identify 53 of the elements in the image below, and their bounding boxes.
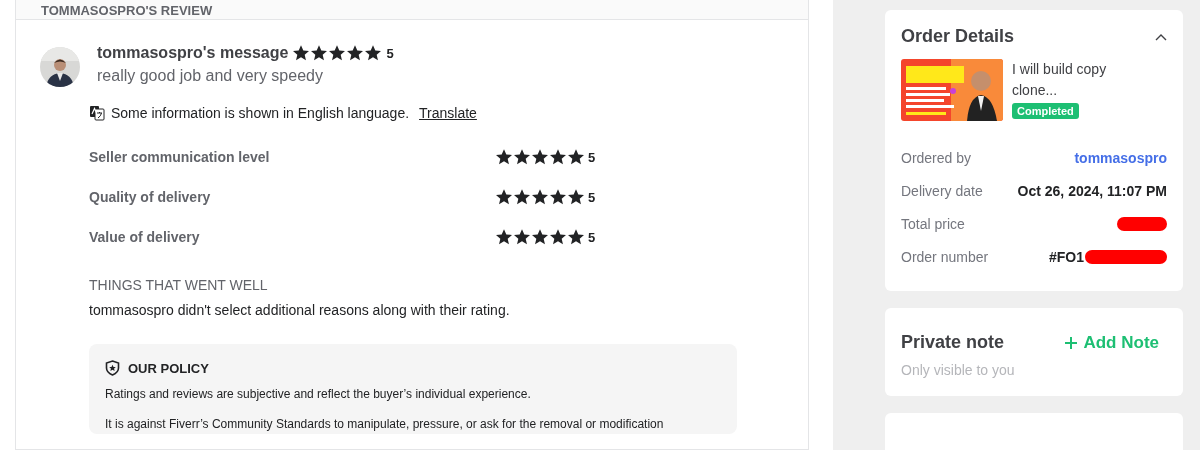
detail-label: Delivery date — [901, 182, 983, 199]
chevron-up-icon[interactable] — [1155, 32, 1167, 41]
card-title: Private note — [901, 332, 1005, 354]
plus-icon — [1065, 336, 1078, 349]
star-icon — [568, 229, 584, 245]
star-icon — [568, 149, 584, 165]
rating-value: 5 — [588, 149, 596, 165]
message-title: tommasospro's message — [97, 44, 289, 62]
note-hint: Only visible to you — [901, 362, 1016, 379]
rating-value: 5 — [386, 45, 394, 61]
policy-heading: OUR POLICY — [128, 360, 209, 376]
star-icon — [550, 149, 566, 165]
star-icon — [550, 189, 566, 205]
section-heading: THINGS THAT WENT WELL — [89, 277, 269, 293]
rating-value: 5 — [588, 189, 596, 205]
translate-notice: Some information is shown in English language. — [111, 105, 410, 121]
reasons-text: tommasospro didn't select additional reasons along with their rating. — [89, 302, 511, 318]
star-icon — [514, 149, 530, 165]
star-icon — [568, 189, 584, 205]
policy-text: It is against Fiverr’s Community Standards to manipulate, pressure, or ask for the removal or modification — [105, 417, 665, 431]
rating-label: Seller communication level — [89, 149, 271, 165]
star-icon — [329, 45, 346, 61]
gig-title[interactable]: I will build copy clone... — [1012, 59, 1132, 101]
star-icon — [496, 149, 512, 165]
star-icon — [532, 189, 548, 205]
rating-label: Quality of delivery — [89, 189, 212, 205]
translate-icon — [89, 105, 105, 121]
star-icon — [365, 45, 382, 61]
star-icon — [496, 189, 512, 205]
star-icon — [496, 229, 512, 245]
section-heading: TOMMASOSPRO'S REVIEW — [41, 4, 213, 17]
star-icon — [293, 45, 310, 61]
buyer-link[interactable]: tommasospro — [1074, 149, 1167, 166]
detail-value: #FO1 — [1049, 248, 1084, 265]
star-icon — [514, 189, 530, 205]
star-icon — [532, 149, 548, 165]
review-text: really good job and very speedy — [97, 67, 324, 85]
card-title: Order Details — [901, 26, 1015, 47]
star-icon — [550, 229, 566, 245]
status-badge: Completed — [1012, 103, 1079, 119]
star-icon — [514, 229, 530, 245]
shield-icon — [105, 360, 120, 376]
translate-link[interactable]: Translate — [419, 105, 477, 121]
policy-text: Ratings and reviews are subjective and reflect the buyer’s individual experience. — [105, 387, 532, 401]
detail-value: Oct 26, 2024, 11:07 PM — [1017, 182, 1167, 199]
star-icon — [347, 45, 364, 61]
detail-label: Ordered by — [901, 149, 972, 166]
detail-label: Order number — [901, 248, 989, 265]
star-icon — [311, 45, 328, 61]
rating-value: 5 — [588, 229, 596, 245]
rating-label: Value of delivery — [89, 229, 201, 245]
detail-label: Total price — [901, 215, 965, 232]
star-icon — [532, 229, 548, 245]
